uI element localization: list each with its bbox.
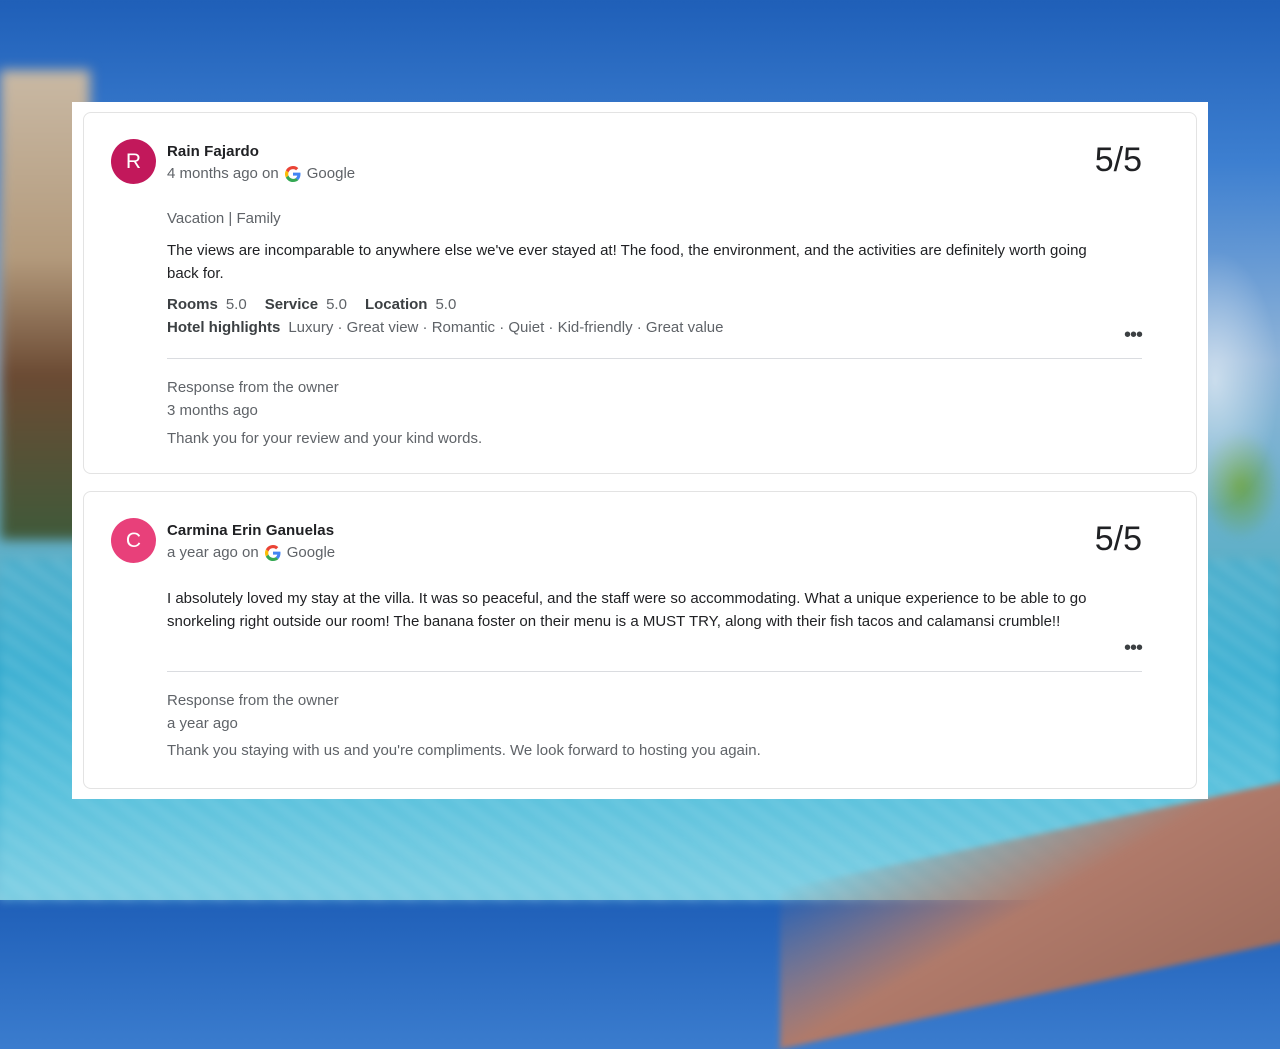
rating-value-service: 5.0 bbox=[326, 296, 347, 313]
review-time: a year ago on bbox=[167, 544, 259, 561]
google-icon bbox=[284, 165, 301, 182]
review-source: Google bbox=[286, 544, 336, 561]
highlights-list: Luxury · Great view · Romantic · Quiet ·… bbox=[288, 319, 724, 336]
review-text: I absolutely loved my stay at the villa.… bbox=[167, 590, 1087, 630]
rating-value-location: 5.0 bbox=[435, 296, 457, 313]
divider bbox=[167, 358, 1142, 359]
reviewer-name[interactable]: Rain Fajardo bbox=[167, 143, 259, 160]
avatar[interactable]: R bbox=[111, 139, 156, 184]
owner-response-title: Response from the owner bbox=[167, 692, 339, 709]
hotel-highlights: Hotel highlights Luxury · Great view · Ro… bbox=[167, 319, 723, 336]
rating-label-service: Service bbox=[264, 296, 319, 313]
review-card: C Carmina Erin Ganuelas a year ago on Go… bbox=[83, 491, 1197, 789]
owner-response-text: Thank you staying with us and you're com… bbox=[167, 742, 761, 759]
more-options-icon[interactable]: ••• bbox=[1124, 638, 1143, 658]
review-meta: a year ago on Google bbox=[167, 544, 335, 561]
category-ratings: Rooms 5.0 Service 5.0 Location 5.0 bbox=[167, 296, 474, 313]
review-score: 5/5 bbox=[1094, 520, 1142, 558]
owner-response-time: 3 months ago bbox=[167, 402, 258, 419]
trip-type: Vacation | Family bbox=[167, 210, 281, 227]
owner-response-time: a year ago bbox=[167, 715, 238, 732]
avatar[interactable]: C bbox=[111, 518, 156, 563]
rating-label-location: Location bbox=[364, 296, 428, 313]
rating-label-rooms: Rooms bbox=[167, 296, 218, 313]
review-source: Google bbox=[306, 165, 356, 182]
review-card: R Rain Fajardo 4 months ago on Google 5/… bbox=[83, 112, 1197, 474]
review-text: The views are incomparable to anywhere e… bbox=[167, 242, 1087, 282]
more-options-icon[interactable]: ••• bbox=[1124, 325, 1143, 345]
rating-value-rooms: 5.0 bbox=[225, 296, 247, 313]
google-icon bbox=[264, 544, 281, 561]
reviewer-name[interactable]: Carmina Erin Ganuelas bbox=[167, 522, 334, 539]
review-time: 4 months ago on bbox=[167, 165, 279, 182]
divider bbox=[167, 671, 1142, 672]
review-score: 5/5 bbox=[1094, 141, 1142, 179]
reviews-panel: R Rain Fajardo 4 months ago on Google 5/… bbox=[72, 102, 1208, 799]
highlights-label: Hotel highlights bbox=[167, 319, 281, 336]
owner-response-title: Response from the owner bbox=[167, 379, 339, 396]
review-meta: 4 months ago on Google bbox=[167, 165, 355, 182]
owner-response-text: Thank you for your review and your kind … bbox=[167, 430, 483, 447]
